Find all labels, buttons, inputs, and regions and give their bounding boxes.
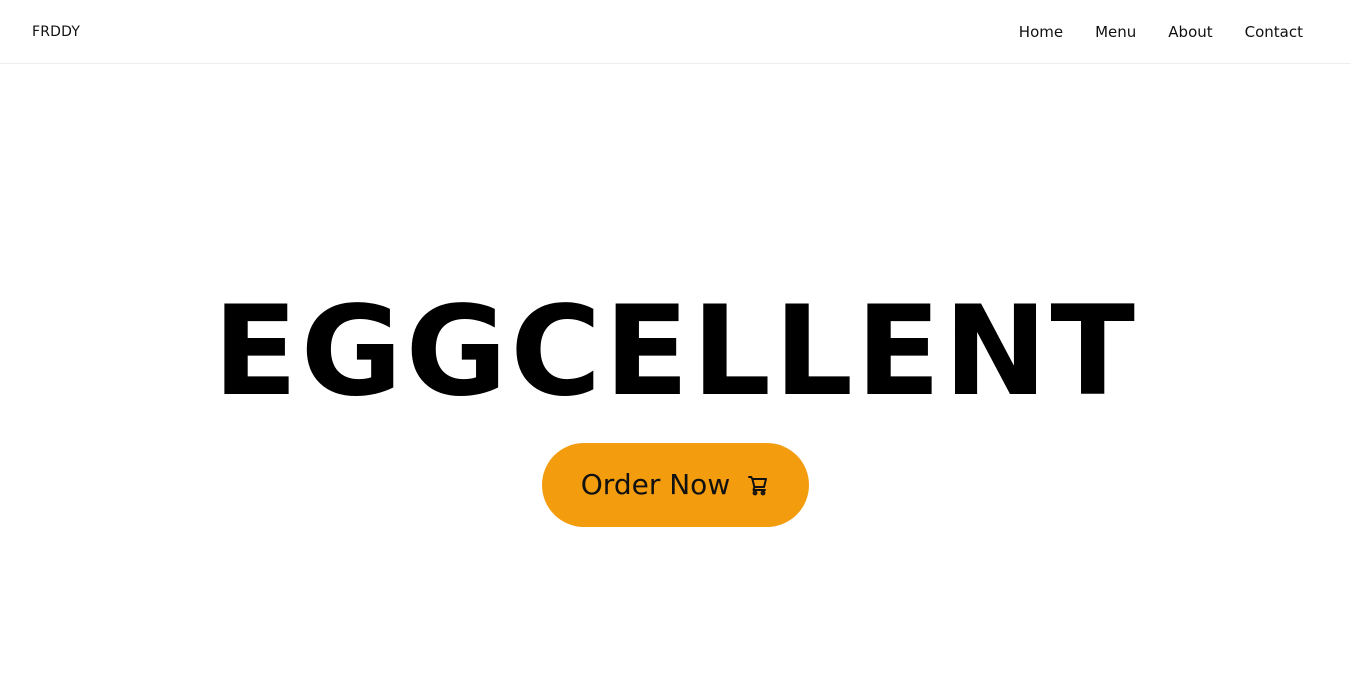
nav-link-menu[interactable]: Menu [1095, 23, 1136, 41]
order-now-label: Order Now [580, 468, 731, 501]
nav-links: Home Menu About Contact [1019, 22, 1303, 42]
nav-item-home: Home [1019, 22, 1063, 42]
top-navbar: FRDDY Home Menu About Contact [0, 0, 1351, 64]
nav-item-contact: Contact [1245, 22, 1303, 42]
hero-title: EGGCELLENT [212, 280, 1139, 424]
nav-link-about[interactable]: About [1168, 23, 1212, 41]
nav-item-about: About [1168, 22, 1212, 42]
nav-item-menu: Menu [1095, 22, 1136, 42]
order-now-button[interactable]: Order Now [542, 443, 809, 527]
shopping-cart-icon [746, 473, 770, 497]
brand-logo[interactable]: FRDDY [32, 22, 80, 42]
nav-link-home[interactable]: Home [1019, 23, 1063, 41]
nav-link-contact[interactable]: Contact [1245, 23, 1303, 41]
